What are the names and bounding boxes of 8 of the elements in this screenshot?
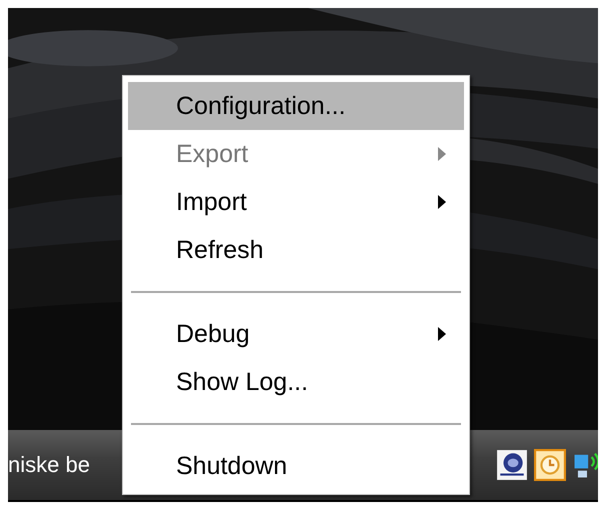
menu-item[interactable]: Configuration... xyxy=(128,82,464,130)
taskbar-item-label[interactable]: niske be xyxy=(8,452,90,478)
menu-item[interactable]: Shutdown xyxy=(128,442,464,490)
menu-item[interactable]: Debug xyxy=(128,310,464,358)
globe-icon[interactable] xyxy=(496,449,528,481)
menu-item[interactable]: Show Log... xyxy=(128,358,464,406)
menu-item[interactable]: Refresh xyxy=(128,226,464,274)
menu-item[interactable]: Import xyxy=(128,178,464,226)
